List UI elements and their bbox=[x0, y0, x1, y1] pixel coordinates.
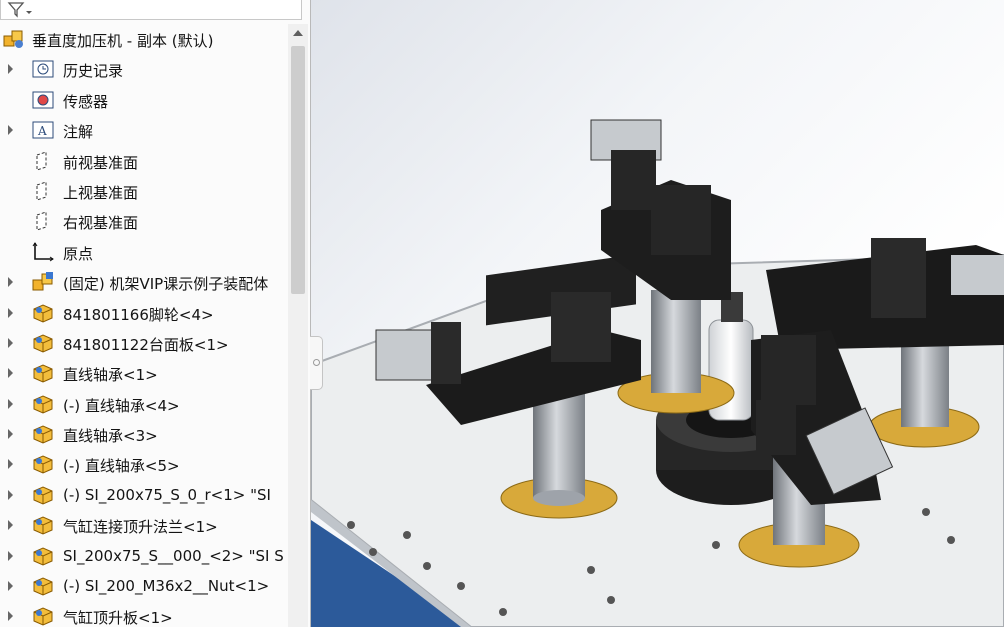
tree-item-label: 前视基准面 bbox=[63, 153, 139, 172]
tree-item-label: (-) 直线轴承<4> bbox=[63, 396, 180, 415]
tree-item-label: 直线轴承<3> bbox=[63, 427, 158, 446]
plane-icon bbox=[31, 210, 55, 232]
tree-item-label: 右视基准面 bbox=[63, 214, 139, 233]
expand-arrow-icon[interactable] bbox=[8, 368, 13, 379]
assembly-model-render bbox=[311, 119, 1004, 627]
tree-item[interactable]: (-) 直线轴承<5> bbox=[0, 449, 288, 479]
tree-item[interactable]: 原点 bbox=[0, 237, 288, 267]
expand-arrow-icon[interactable] bbox=[8, 64, 13, 75]
expand-arrow-icon[interactable] bbox=[8, 307, 13, 318]
scrollbar-thumb[interactable] bbox=[291, 46, 305, 294]
expand-arrow-icon[interactable] bbox=[8, 337, 13, 348]
tree-item-label: SI_200x75_S__000_<2> "SI S bbox=[63, 546, 284, 565]
plane-icon bbox=[31, 180, 55, 202]
root-label: 垂直度加压机 - 副本 (默认) bbox=[32, 32, 214, 50]
tree-item[interactable]: (-) SI_200_M36x2__Nut<1> bbox=[0, 571, 288, 601]
part-icon bbox=[31, 423, 55, 445]
tree-item[interactable]: (-) 直线轴承<4> bbox=[0, 389, 288, 419]
expand-arrow-icon[interactable] bbox=[8, 611, 13, 622]
tree-item[interactable]: 气缸连接顶升法兰<1> bbox=[0, 510, 288, 540]
history-icon bbox=[31, 58, 55, 80]
collapse-grip-icon bbox=[313, 359, 320, 366]
part-icon bbox=[31, 605, 55, 627]
part-icon bbox=[31, 514, 55, 536]
tree-item[interactable]: 上视基准面 bbox=[0, 176, 288, 206]
tree-item[interactable]: 前视基准面 bbox=[0, 146, 288, 176]
expand-arrow-icon[interactable] bbox=[8, 581, 13, 592]
tree-item[interactable]: 历史记录 bbox=[0, 54, 288, 84]
tree-item[interactable]: 841801166脚轮<4> bbox=[0, 298, 288, 328]
tree-item-label: (固定) 机架VIP课示例子装配体 bbox=[63, 275, 269, 294]
part-icon bbox=[31, 362, 55, 384]
annotation-icon: A bbox=[31, 119, 55, 141]
tree-item-label: (-) SI_200x75_S_0_r<1> "SI bbox=[63, 485, 271, 504]
assembly-icon bbox=[2, 28, 26, 50]
tree-item-label: 原点 bbox=[63, 244, 94, 263]
expand-arrow-icon[interactable] bbox=[8, 550, 13, 561]
tree-item[interactable]: 传感器 bbox=[0, 85, 288, 115]
tree-root-assembly[interactable]: 垂直度加压机 - 副本 (默认) bbox=[0, 24, 288, 54]
part-icon bbox=[31, 332, 55, 354]
part-icon bbox=[31, 453, 55, 475]
tree-item-label: 历史记录 bbox=[63, 62, 124, 81]
tree-item[interactable]: (-) SI_200x75_S_0_r<1> "SI bbox=[0, 480, 288, 510]
expand-arrow-icon[interactable] bbox=[8, 398, 13, 409]
expand-arrow-icon[interactable] bbox=[8, 520, 13, 531]
expand-arrow-icon[interactable] bbox=[8, 459, 13, 470]
tree-item-label: (-) SI_200_M36x2__Nut<1> bbox=[63, 577, 270, 596]
part-icon bbox=[31, 302, 55, 324]
origin-icon bbox=[31, 241, 55, 263]
scroll-up-icon[interactable] bbox=[293, 30, 303, 36]
tree-item-label: 上视基准面 bbox=[63, 183, 139, 202]
tree-item[interactable]: SI_200x75_S__000_<2> "SI S bbox=[0, 541, 288, 571]
tree-item[interactable]: 直线轴承<1> bbox=[0, 358, 288, 388]
expand-arrow-icon[interactable] bbox=[8, 429, 13, 440]
expand-arrow-icon[interactable] bbox=[8, 277, 13, 288]
part-icon bbox=[31, 393, 55, 415]
plane-icon bbox=[31, 150, 55, 172]
tree-item-label: 气缸连接顶升法兰<1> bbox=[63, 518, 218, 537]
part-icon bbox=[31, 484, 55, 506]
tree-item[interactable]: 841801122台面板<1> bbox=[0, 328, 288, 358]
tree-item-label: 直线轴承<1> bbox=[63, 366, 158, 385]
expand-arrow-icon[interactable] bbox=[8, 489, 13, 500]
tree-item-label: 841801166脚轮<4> bbox=[63, 305, 214, 324]
tree-item-label: 841801122台面板<1> bbox=[63, 335, 229, 354]
tree-item[interactable]: 右视基准面 bbox=[0, 206, 288, 236]
tree-item[interactable]: 直线轴承<3> bbox=[0, 419, 288, 449]
filter-icon[interactable] bbox=[7, 1, 33, 22]
subassembly-icon bbox=[31, 271, 55, 293]
tree-item-label: 气缸顶升板<1> bbox=[63, 609, 173, 627]
panel-collapse-handle[interactable] bbox=[310, 336, 323, 390]
tree-item[interactable]: (固定) 机架VIP课示例子装配体 bbox=[0, 267, 288, 297]
tree-item-label: (-) 直线轴承<5> bbox=[63, 457, 180, 476]
expand-arrow-icon[interactable] bbox=[8, 125, 13, 136]
tree-item-label: 注解 bbox=[63, 123, 94, 142]
feature-manager-tree: 垂直度加压机 - 副本 (默认) 历史记录传感器 A 注解前视基准面上视基准面右视基… bbox=[0, 0, 311, 627]
part-icon bbox=[31, 575, 55, 597]
tree-scrollbar[interactable] bbox=[288, 24, 308, 627]
tree-item[interactable]: A 注解 bbox=[0, 115, 288, 145]
tree-item[interactable]: 气缸顶升板<1> bbox=[0, 601, 288, 627]
part-icon bbox=[31, 545, 55, 567]
tree-item-label: 传感器 bbox=[63, 92, 109, 111]
graphics-viewport[interactable] bbox=[311, 0, 1004, 627]
svg-text:A: A bbox=[37, 124, 47, 138]
sensor-icon bbox=[31, 89, 55, 111]
tree-filter[interactable] bbox=[0, 0, 302, 20]
